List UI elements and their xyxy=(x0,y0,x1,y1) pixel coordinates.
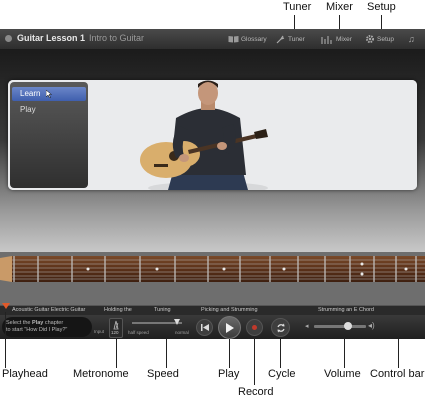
lesson-stage: Learn Play xyxy=(0,49,425,252)
tuner-button[interactable]: Tuner xyxy=(276,32,305,46)
lesson-title: Guitar Lesson 1 xyxy=(17,33,86,43)
callout-cycle: Cycle xyxy=(268,368,296,380)
record-button[interactable] xyxy=(246,319,263,336)
callout-record: Record xyxy=(238,386,274,398)
metronome-icon xyxy=(113,320,119,330)
chapter-holding[interactable]: Holding the xyxy=(104,306,144,315)
volume-slider[interactable] xyxy=(314,322,366,330)
cycle-icon xyxy=(276,323,285,332)
chapter-bar: Acoustic Guitar Electric Guitar Holding … xyxy=(0,303,425,315)
leader-play xyxy=(229,339,230,368)
setup-button[interactable]: Setup xyxy=(365,32,394,46)
rewind-button[interactable] xyxy=(196,319,213,336)
leader-metronome xyxy=(116,339,117,368)
mixer-label: Mixer xyxy=(336,35,352,43)
chapter-strumming-e[interactable]: Strumming an E Chord xyxy=(318,306,398,315)
chapter-picking-strumming[interactable]: Picking and Strumming xyxy=(201,306,281,315)
callout-metronome: Metronome xyxy=(73,368,129,380)
volume-slider-thumb[interactable] xyxy=(344,322,352,330)
menu-item-play[interactable]: Play xyxy=(12,103,86,117)
close-icon[interactable] xyxy=(5,35,12,42)
chapter-acoustic-electric[interactable]: Acoustic Guitar Electric Guitar xyxy=(12,306,102,315)
play-button[interactable] xyxy=(218,316,241,339)
notes-button[interactable]: ♫ xyxy=(408,32,415,46)
callout-control-bar: Control bar xyxy=(370,368,425,380)
leader-control-bar xyxy=(398,339,399,368)
cycle-button[interactable] xyxy=(271,318,290,337)
callout-volume: Volume xyxy=(324,368,361,380)
lesson-subtitle: Intro to Guitar xyxy=(89,33,145,43)
speed-slider[interactable] xyxy=(132,319,182,325)
mixer-button[interactable]: Mixer xyxy=(320,32,352,46)
glossary-button[interactable]: Glossary xyxy=(228,32,267,46)
hint-text-line2: to start "How Did I Play?" xyxy=(6,327,68,333)
record-icon xyxy=(252,325,257,330)
book-icon xyxy=(228,36,239,43)
fretboard xyxy=(0,256,425,282)
volume-low-icon: ◂ xyxy=(305,323,309,330)
mixer-icon xyxy=(321,35,332,44)
volume-high-icon: ◂) xyxy=(368,321,375,330)
callout-setup: Setup xyxy=(367,1,396,13)
guitar-lesson-window: Guitar Lesson 1 Intro to Guitar Glossary… xyxy=(0,29,425,339)
setup-label: Setup xyxy=(377,35,394,43)
gear-icon xyxy=(366,35,374,43)
metronome-input-label: Input xyxy=(94,329,105,334)
glossary-label: Glossary xyxy=(241,35,267,43)
leader-speed xyxy=(166,339,167,368)
skip-back-icon xyxy=(200,324,209,331)
hint-bubble: Select the Play chapter to start "How Di… xyxy=(2,317,92,337)
leader-record xyxy=(254,339,255,385)
leader-playhead xyxy=(5,312,6,368)
callout-playhead: Playhead xyxy=(2,368,48,380)
callout-mixer: Mixer xyxy=(326,1,353,13)
control-bar: Select the Play chapter to start "How Di… xyxy=(0,315,425,339)
metronome-button[interactable]: 120 xyxy=(109,318,123,338)
chapter-tuning[interactable]: Tuning xyxy=(154,306,194,315)
tuner-label: Tuner xyxy=(288,35,305,43)
playhead-marker[interactable] xyxy=(2,303,10,309)
hint-text-bold: Play xyxy=(32,320,44,326)
speed-slider-thumb[interactable] xyxy=(174,319,180,325)
tuning-fork-icon xyxy=(276,35,285,44)
chapter-menu: Learn Play xyxy=(10,82,88,188)
leader-cycle xyxy=(280,339,281,368)
hint-text-pre: Select the xyxy=(6,320,32,326)
music-note-icon: ♫ xyxy=(408,34,415,44)
title-bar: Guitar Lesson 1 Intro to Guitar Glossary… xyxy=(0,29,425,50)
callout-play: Play xyxy=(218,368,240,380)
hint-text-post: chapter xyxy=(43,320,64,326)
callout-speed: Speed xyxy=(147,368,179,380)
cursor-icon xyxy=(46,90,52,98)
play-icon xyxy=(226,322,234,333)
leader-volume xyxy=(344,339,345,368)
speed-half-label: half speed xyxy=(128,330,149,335)
speed-normal-label: normal xyxy=(175,330,189,335)
callout-tuner: Tuner xyxy=(283,1,312,13)
metronome-tempo: 120 xyxy=(111,330,119,335)
